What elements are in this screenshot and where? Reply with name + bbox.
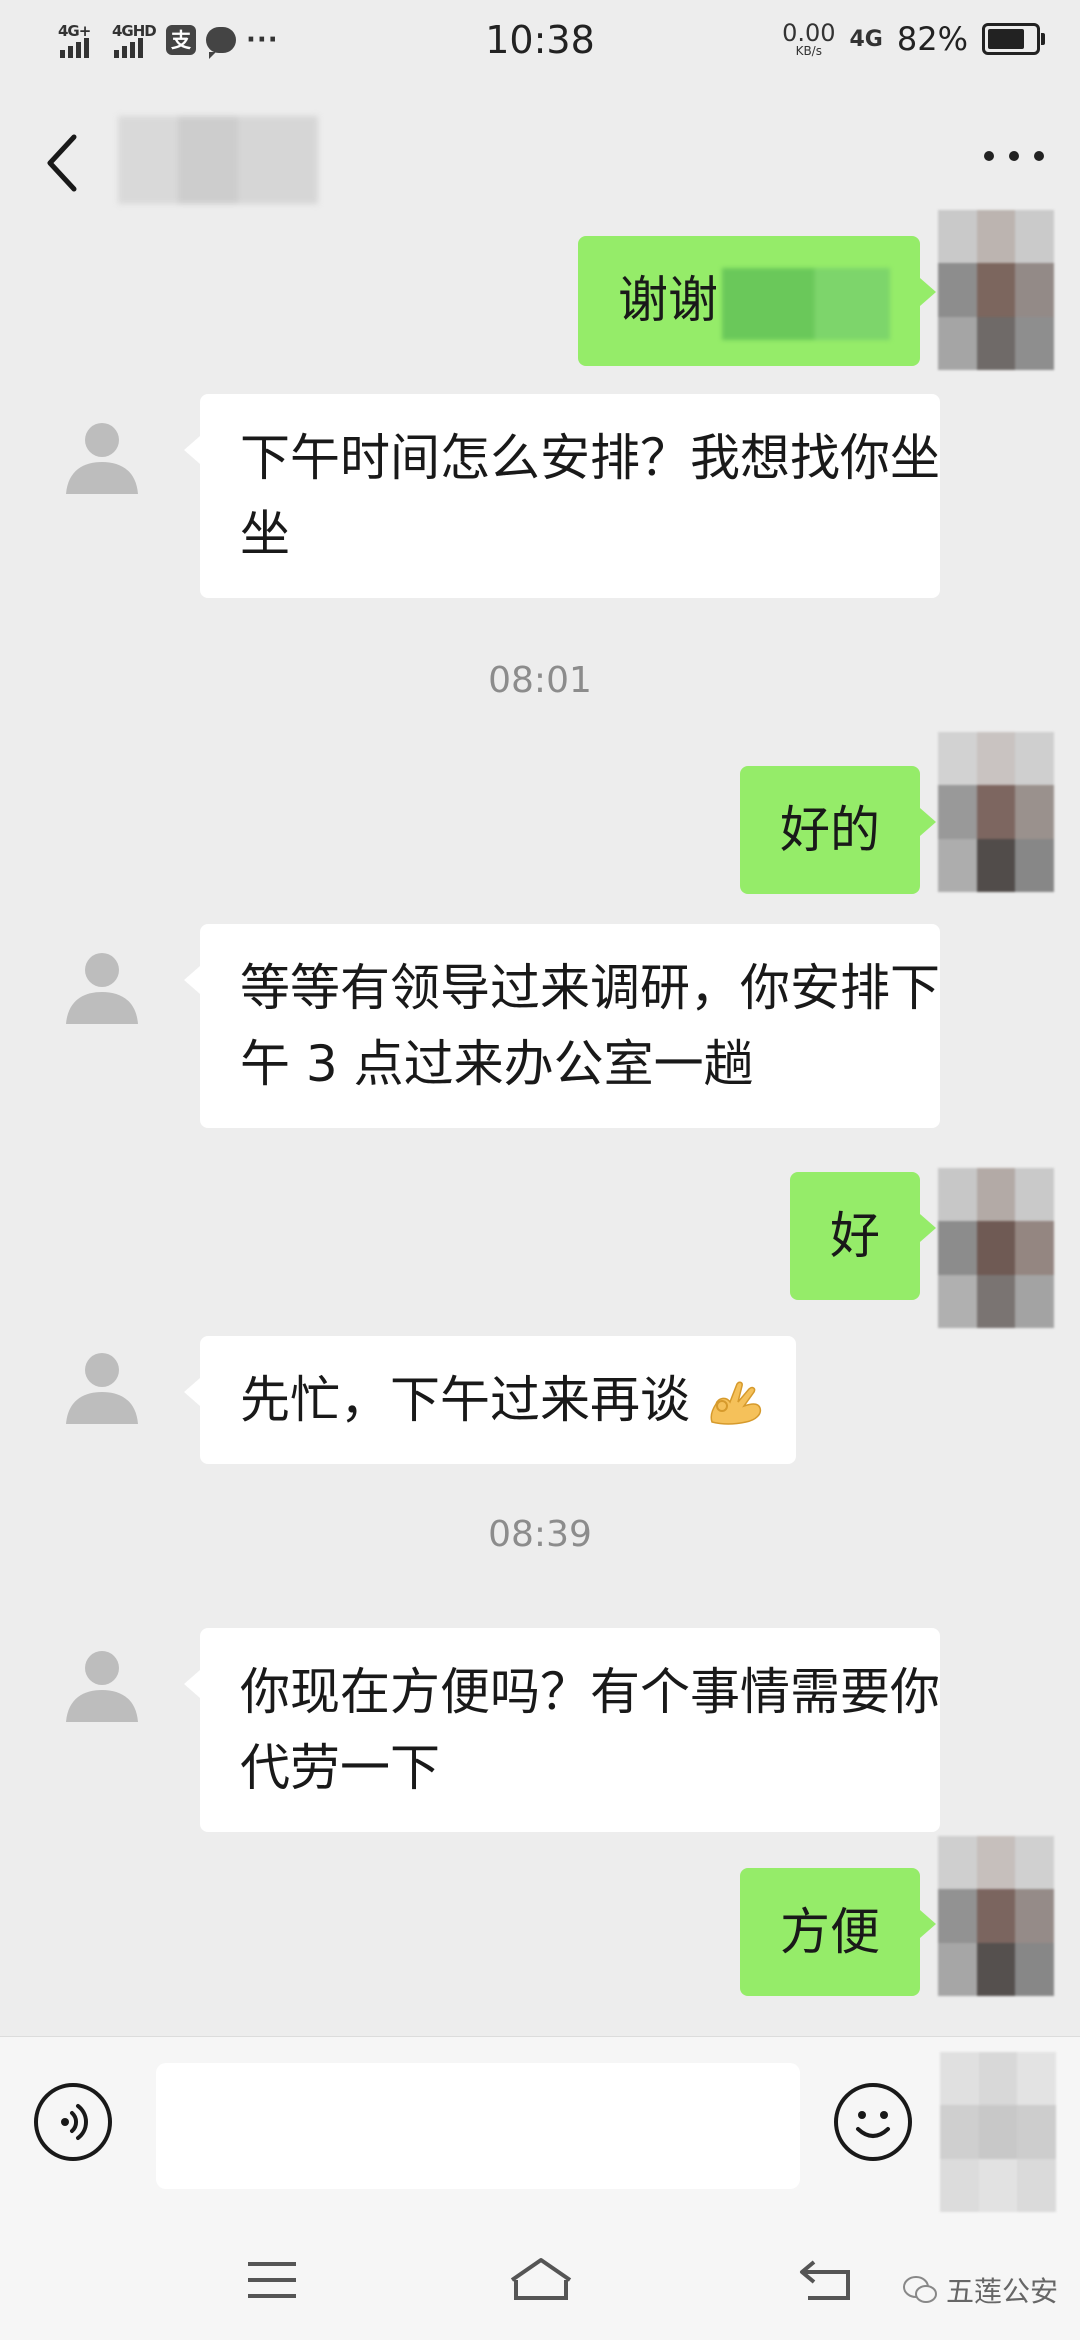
chat-timestamp: 08:01 <box>488 660 592 701</box>
message-row: 下午时间怎么安排？我想找你坐坐 <box>0 394 1080 604</box>
contact-avatar-icon[interactable] <box>62 1646 142 1726</box>
network-speed: 0.00 KB/s <box>782 21 835 57</box>
contact-avatar-icon[interactable] <box>62 1348 142 1428</box>
status-bar: 4G+ 4GHD 支 ··· 10:38 0.00 KB/s 4G 82% <box>0 0 1080 86</box>
chat-area[interactable]: 谢谢 下午时间怎么安排？我想找你坐坐 08:01 好的 等等有领导过来调研，你安… <box>0 210 1080 2036</box>
my-avatar[interactable] <box>938 732 1054 892</box>
contact-name-blurred <box>118 116 318 204</box>
message-row: 好的 <box>0 732 1080 906</box>
message-text: 方便 <box>780 1903 880 1961</box>
ok-hand-emoji-icon <box>710 1381 762 1425</box>
back-arrow-icon[interactable] <box>42 131 82 195</box>
my-avatar[interactable] <box>938 210 1054 370</box>
contact-avatar-icon[interactable] <box>62 418 142 498</box>
message-row: 等等有领导过来调研，你安排下午 3 点过来办公室一趟 <box>0 924 1080 1134</box>
battery-percent: 82% <box>896 20 968 58</box>
watermark: 五莲公安 <box>902 2270 1058 2310</box>
incoming-bubble[interactable]: 你现在方便吗？有个事情需要你代劳一下 <box>184 1628 940 1832</box>
incoming-bubble[interactable]: 下午时间怎么安排？我想找你坐坐 <box>184 394 940 598</box>
back-nav-icon[interactable] <box>796 2252 856 2308</box>
outgoing-bubble[interactable]: 好 <box>790 1172 936 1300</box>
voice-input-icon[interactable] <box>34 2083 112 2161</box>
home-icon[interactable] <box>506 2252 576 2308</box>
message-text: 好 <box>830 1207 880 1265</box>
outgoing-bubble[interactable]: 好的 <box>740 766 936 894</box>
message-row: 好 <box>0 1168 1080 1328</box>
battery-icon <box>982 23 1045 55</box>
message-text: 谢谢 <box>618 271 718 329</box>
signal-4g-icon: 4G <box>849 26 883 52</box>
message-text: 等等有领导过来调研，你安排下午 3 点过来办公室一趟 <box>240 959 940 1093</box>
message-row: 你现在方便吗？有个事情需要你代劳一下 <box>0 1628 1080 1838</box>
more-options-icon[interactable] <box>984 144 1044 168</box>
system-nav-bar: 五莲公安 <box>0 2222 1080 2340</box>
message-text: 好的 <box>780 801 880 859</box>
my-avatar[interactable] <box>938 1836 1054 1996</box>
emoji-icon[interactable] <box>834 2083 912 2161</box>
message-input[interactable] <box>156 2063 800 2189</box>
incoming-bubble[interactable]: 先忙，下午过来再谈 <box>184 1336 796 1464</box>
outgoing-bubble[interactable]: 谢谢 <box>578 236 936 366</box>
message-row: 先忙，下午过来再谈 <box>0 1336 1080 1466</box>
chat-timestamp: 08:39 <box>488 1514 592 1555</box>
title-bar <box>0 86 1080 236</box>
menu-icon[interactable] <box>242 2252 302 2308</box>
watermark-text: 五莲公安 <box>945 2275 1058 2308</box>
message-text: 先忙，下午过来再谈 <box>240 1371 690 1429</box>
input-bar <box>0 2036 1080 2223</box>
status-right: 0.00 KB/s 4G 82% <box>782 20 1045 58</box>
redacted-name <box>722 267 890 340</box>
contact-avatar-icon[interactable] <box>62 948 142 1028</box>
message-text: 下午时间怎么安排？我想找你坐坐 <box>240 429 940 563</box>
redacted-area <box>940 2052 1056 2212</box>
message-text: 你现在方便吗？有个事情需要你代劳一下 <box>240 1663 940 1797</box>
message-row: 谢谢 <box>0 210 1080 406</box>
speed-value: 0.00 <box>782 19 836 47</box>
my-avatar[interactable] <box>938 1168 1054 1328</box>
outgoing-bubble[interactable]: 方便 <box>740 1868 936 1996</box>
incoming-bubble[interactable]: 等等有领导过来调研，你安排下午 3 点过来办公室一趟 <box>184 924 940 1128</box>
message-row: 方便 <box>0 1836 1080 2008</box>
wechat-icon <box>902 2276 937 2303</box>
